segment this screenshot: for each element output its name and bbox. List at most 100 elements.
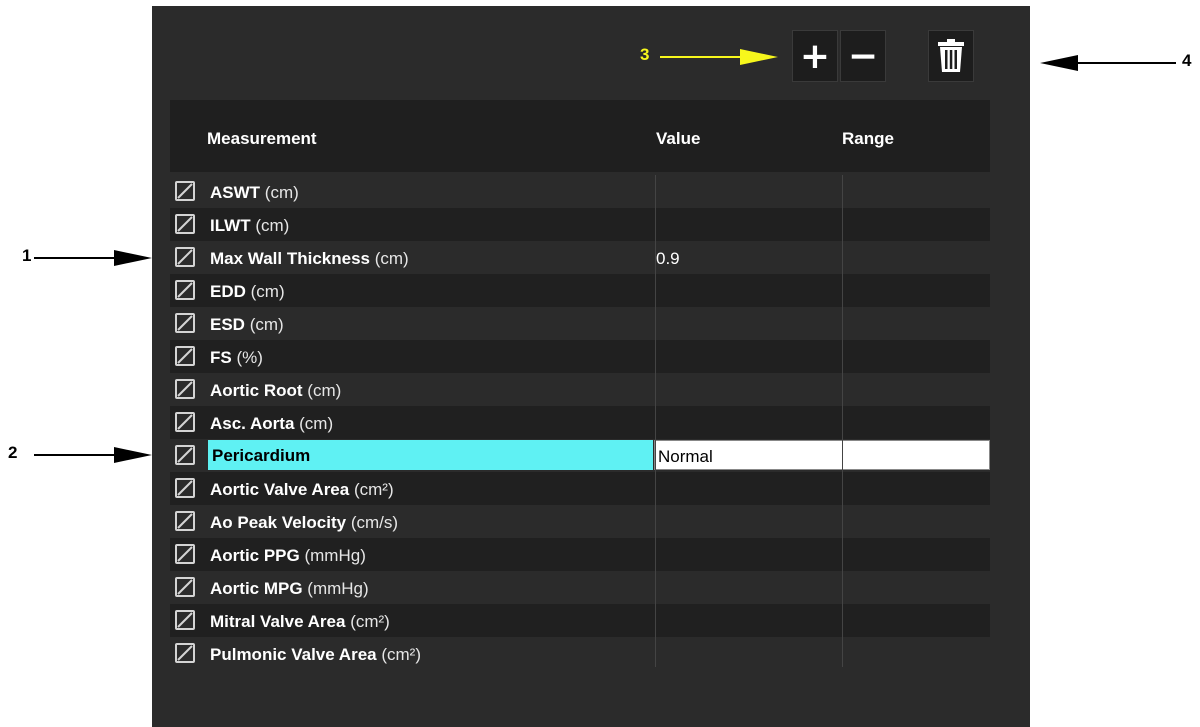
callout-2-label: 2 xyxy=(8,443,18,462)
measurement-unit: (cm) xyxy=(264,183,299,202)
row-checkbox[interactable] xyxy=(175,577,195,597)
measurement-unit: (cm/s) xyxy=(350,513,399,532)
table-row[interactable]: FS (%) xyxy=(170,340,990,373)
row-checkbox[interactable] xyxy=(175,544,195,564)
check-icon xyxy=(177,249,193,265)
measurement-unit: (cm) xyxy=(374,249,409,268)
measurement-name: Max Wall Thickness (cm) xyxy=(210,249,409,269)
table-row[interactable]: Aortic Valve Area (cm²) xyxy=(170,472,990,505)
measurement-name-input[interactable]: Pericardium xyxy=(208,440,653,470)
row-checkbox[interactable] xyxy=(175,412,195,432)
row-checkbox[interactable] xyxy=(175,511,195,531)
measurement-unit: (cm) xyxy=(255,216,290,235)
measurement-name: EDD (cm) xyxy=(210,282,285,302)
table-row[interactable]: ASWT (cm) xyxy=(170,175,990,208)
row-checkbox[interactable] xyxy=(175,478,195,498)
row-checkbox[interactable] xyxy=(175,379,195,399)
measurement-label: Asc. Aorta xyxy=(210,414,295,433)
measurement-unit: (cm) xyxy=(307,381,342,400)
measurement-label: Mitral Valve Area xyxy=(210,612,346,631)
table-row[interactable]: Pericardium Normal xyxy=(170,439,990,472)
measurement-value-input[interactable]: Normal xyxy=(654,440,990,470)
trash-icon xyxy=(938,39,964,72)
column-divider xyxy=(655,175,656,667)
measurement-unit: (cm) xyxy=(299,414,334,433)
callout-2-arrow xyxy=(34,447,152,463)
row-checkbox[interactable] xyxy=(175,643,195,663)
row-checkbox[interactable] xyxy=(175,610,195,630)
row-checkbox[interactable] xyxy=(175,313,195,333)
callout-4-arrow xyxy=(1040,55,1176,71)
measurement-label: Aortic PPG xyxy=(210,546,300,565)
measurement-name: ASWT (cm) xyxy=(210,183,299,203)
check-icon xyxy=(177,480,193,496)
measurement-name: ILWT (cm) xyxy=(210,216,289,236)
measurement-label: Pulmonic Valve Area xyxy=(210,645,377,664)
measurement-name: Aortic Valve Area (cm²) xyxy=(210,480,394,500)
measurement-unit: (cm²) xyxy=(350,612,390,631)
check-icon xyxy=(177,546,193,562)
measurement-unit: (mmHg) xyxy=(304,546,366,565)
measurement-label: FS xyxy=(210,348,232,367)
measurement-label: ASWT xyxy=(210,183,261,202)
table-row[interactable]: Ao Peak Velocity (cm/s) xyxy=(170,505,990,538)
check-icon xyxy=(177,348,193,364)
callout-3-label: 3 xyxy=(640,45,650,64)
plus-icon: + xyxy=(799,35,831,77)
remove-measurement-button[interactable]: − xyxy=(840,30,886,82)
delete-button[interactable] xyxy=(928,30,974,82)
measurement-unit: (cm²) xyxy=(353,480,394,499)
table-row[interactable]: Max Wall Thickness (cm) 0.9 xyxy=(170,241,990,274)
check-icon xyxy=(177,513,193,529)
measurement-label: ESD xyxy=(210,315,245,334)
check-icon xyxy=(177,381,193,397)
table-row[interactable]: ILWT (cm) xyxy=(170,208,990,241)
measurement-label: ILWT xyxy=(210,216,251,235)
check-icon xyxy=(177,315,193,331)
measurement-unit: (cm) xyxy=(250,282,285,301)
callout-4-label: 4 xyxy=(1182,51,1192,70)
row-checkbox[interactable] xyxy=(175,247,195,267)
measurement-value[interactable]: 0.9 xyxy=(656,249,680,269)
row-checkbox[interactable] xyxy=(175,214,195,234)
measurement-name: Asc. Aorta (cm) xyxy=(210,414,333,434)
check-icon xyxy=(177,447,193,463)
check-icon xyxy=(177,645,193,661)
measurement-unit: (cm) xyxy=(249,315,284,334)
table-row[interactable]: Aortic MPG (mmHg) xyxy=(170,571,990,604)
table-row[interactable]: Mitral Valve Area (cm²) xyxy=(170,604,990,637)
measurement-label: EDD xyxy=(210,282,246,301)
table-row[interactable]: Aortic PPG (mmHg) xyxy=(170,538,990,571)
measurement-unit: (cm²) xyxy=(381,645,422,664)
table-row[interactable]: EDD (cm) xyxy=(170,274,990,307)
column-header-measurement[interactable]: Measurement xyxy=(207,129,317,149)
row-checkbox[interactable] xyxy=(175,181,195,201)
minus-icon: − xyxy=(847,35,879,77)
measurement-name: ESD (cm) xyxy=(210,315,284,335)
check-icon xyxy=(177,414,193,430)
add-measurement-button[interactable]: + xyxy=(792,30,838,82)
table-row[interactable]: Asc. Aorta (cm) xyxy=(170,406,990,439)
column-header-range[interactable]: Range xyxy=(842,129,894,149)
check-icon xyxy=(177,282,193,298)
check-icon xyxy=(177,612,193,628)
measurement-name: Pulmonic Valve Area (cm²) xyxy=(210,645,421,665)
measurement-name: Aortic Root (cm) xyxy=(210,381,341,401)
check-icon xyxy=(177,216,193,232)
table-row[interactable]: ESD (cm) xyxy=(170,307,990,340)
measurement-name: Aortic PPG (mmHg) xyxy=(210,546,366,566)
callout-3-arrow xyxy=(660,49,778,65)
row-checkbox[interactable] xyxy=(175,445,195,465)
table-row[interactable]: Pulmonic Valve Area (cm²) xyxy=(170,637,990,670)
measurement-name: Aortic MPG (mmHg) xyxy=(210,579,369,599)
row-checkbox[interactable] xyxy=(175,280,195,300)
row-checkbox[interactable] xyxy=(175,346,195,366)
check-icon xyxy=(177,183,193,199)
callout-1-arrow xyxy=(34,250,152,266)
measurement-list: ASWT (cm) ILWT (cm) Max Wall Thickness (cm… xyxy=(170,175,990,670)
measurement-label: Aortic Valve Area xyxy=(210,480,350,499)
column-header-value[interactable]: Value xyxy=(656,129,700,149)
measurement-label: Max Wall Thickness xyxy=(210,249,370,268)
measurement-unit: (%) xyxy=(236,348,263,367)
table-row[interactable]: Aortic Root (cm) xyxy=(170,373,990,406)
